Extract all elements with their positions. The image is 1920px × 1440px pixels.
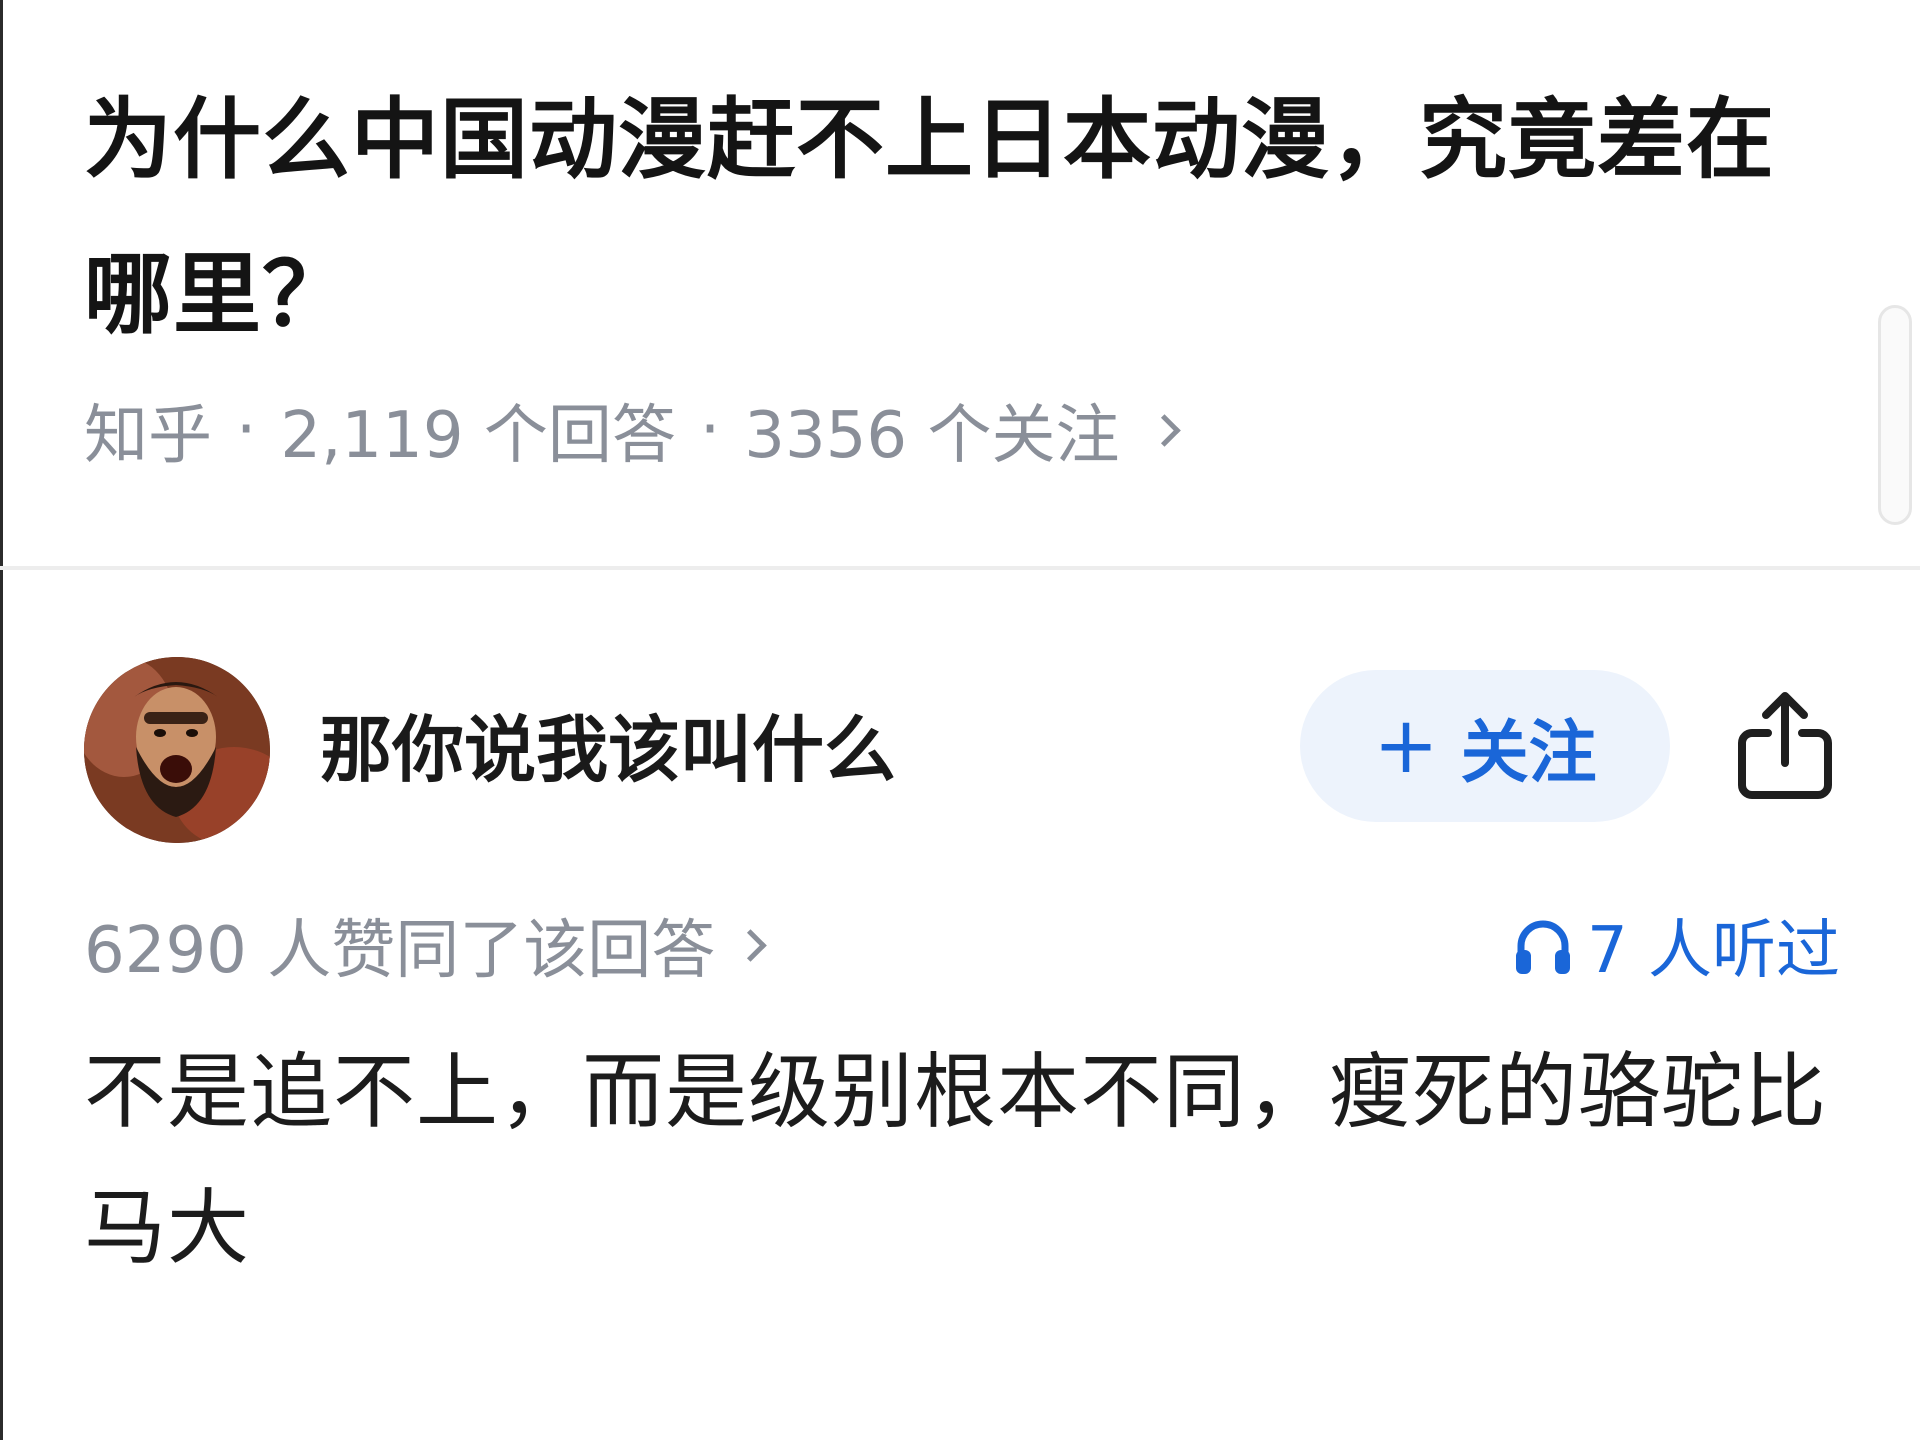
upvote-count: 6290 人赞同了该回答: [84, 914, 716, 988]
source-label: 知乎: [84, 399, 212, 473]
author-name[interactable]: 那你说我该叫什么: [320, 700, 896, 800]
avatar[interactable]: [84, 657, 270, 843]
share-button[interactable]: [1730, 685, 1840, 805]
left-border: [0, 0, 3, 1440]
answer-count: 2,119 个回答: [280, 399, 676, 473]
follower-count: 3356 个关注: [744, 399, 1120, 473]
headphones-icon: [1515, 920, 1570, 974]
avatar-image: [84, 657, 270, 843]
follow-button[interactable]: + 关注: [1300, 670, 1670, 822]
chevron-right-icon: [1148, 413, 1182, 447]
question-meta[interactable]: 知乎 · 2,119 个回答 · 3356 个关注: [84, 390, 1182, 473]
chevron-right-icon: [734, 928, 767, 962]
listened-label: 7 人听过: [1586, 914, 1840, 988]
answer-body[interactable]: 不是追不上，而是级别根本不同，瘦死的骆驼比马大: [84, 1025, 1844, 1297]
follow-label: 关注: [1460, 713, 1597, 793]
divider: [0, 566, 1920, 570]
question-title[interactable]: 为什么中国动漫赶不上日本动漫，究竟差在哪里？: [84, 62, 1844, 372]
answer-page: 为什么中国动漫赶不上日本动漫，究竟差在哪里？ 知乎 · 2,119 个回答 · …: [0, 0, 1920, 1440]
scroll-handle[interactable]: [1878, 305, 1912, 525]
upvote-summary[interactable]: 6290 人赞同了该回答: [84, 905, 767, 988]
share-icon: [1738, 692, 1832, 799]
answer-body-cutoff: [84, 1410, 1844, 1440]
meta-separator: ·: [699, 393, 721, 467]
plus-icon: +: [1373, 701, 1439, 791]
listened-count[interactable]: 7 人听过: [1513, 905, 1840, 988]
meta-separator: ·: [236, 393, 257, 467]
